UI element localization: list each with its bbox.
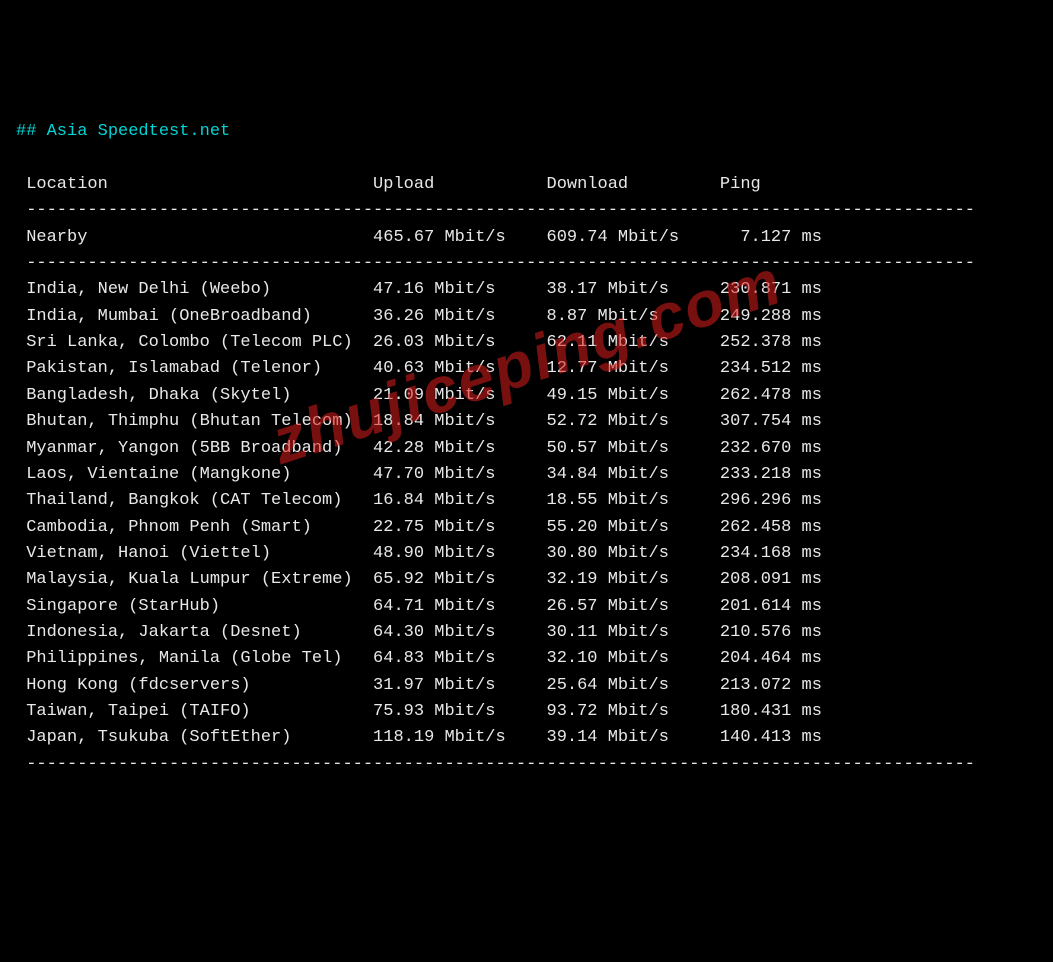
divider: ----------------------------------------…: [16, 755, 975, 774]
data-rows: India, New Delhi (Weebo) 47.16 Mbit/s 38…: [16, 280, 822, 747]
section-title: ## Asia Speedtest.net: [16, 122, 230, 141]
header-row: Location Upload Download Ping: [16, 175, 761, 194]
divider: ----------------------------------------…: [16, 254, 975, 273]
divider: ----------------------------------------…: [16, 201, 975, 220]
terminal-output: ## Asia Speedtest.net Location Upload Do…: [16, 119, 1037, 778]
nearby-row: Nearby 465.67 Mbit/s 609.74 Mbit/s 7.127…: [16, 228, 822, 247]
